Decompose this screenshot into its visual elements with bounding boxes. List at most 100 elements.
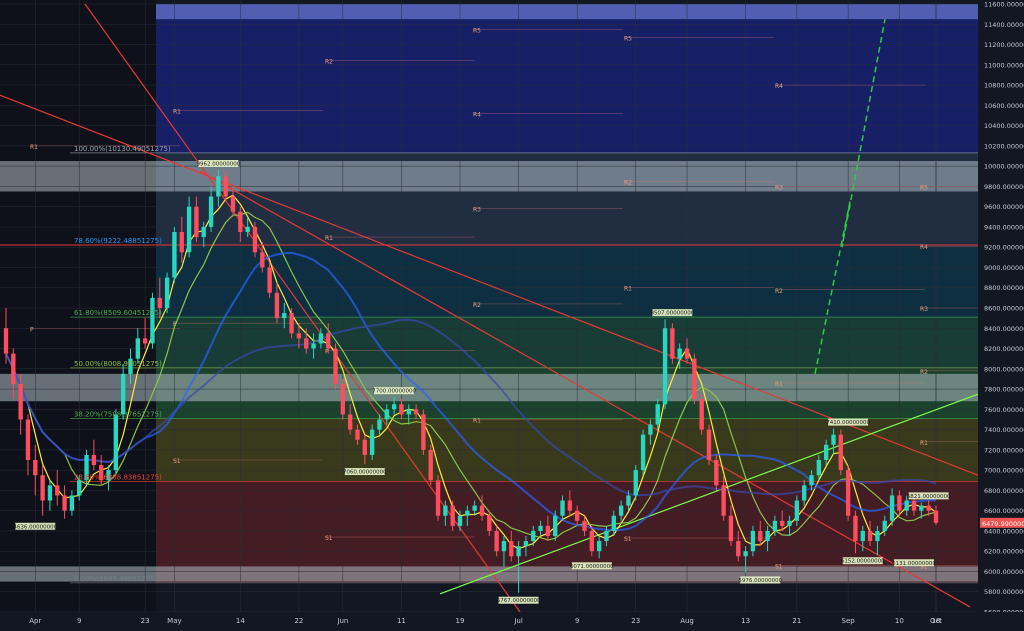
candle-body	[538, 525, 543, 531]
candle-body	[692, 358, 697, 400]
x-tick-label: Aug	[680, 617, 694, 625]
candle	[369, 424, 375, 460]
candle-body	[172, 232, 177, 278]
candle	[172, 226, 177, 283]
pivot-label: S1	[624, 536, 632, 543]
candle-body	[465, 510, 470, 516]
candle-body	[113, 414, 119, 471]
pivot-label: R1	[920, 440, 928, 447]
candle-body	[640, 434, 646, 471]
x-tick-label: 9	[77, 617, 81, 625]
candle	[699, 394, 704, 435]
candle-body	[596, 541, 602, 552]
fib-zone-3	[156, 317, 978, 368]
candle-body	[545, 525, 551, 536]
x-tick-label: Sep	[842, 617, 856, 625]
y-tick-label: 6800.00000000	[984, 487, 1024, 495]
peak-label-text: 4636.00000000	[13, 524, 57, 530]
candle-body	[326, 333, 331, 349]
candle-body	[179, 232, 184, 253]
candle-body	[582, 520, 587, 531]
candle-body	[809, 475, 814, 486]
candle-body	[11, 353, 16, 384]
candle	[113, 409, 119, 476]
x-axis-panel	[0, 612, 1024, 627]
peak-label-text: 7060.00000000	[343, 470, 387, 476]
pivot-label: R3	[920, 306, 928, 313]
candle-body	[662, 328, 668, 405]
x-tick-label: 21	[792, 617, 801, 625]
x-tick-label: 9	[575, 617, 579, 625]
candle-body	[384, 409, 389, 420]
candle-body	[311, 343, 316, 349]
pivot-label: S1	[325, 535, 333, 542]
candle-body	[567, 500, 573, 511]
pivot-label: R3	[775, 184, 783, 191]
candle-body	[362, 439, 367, 455]
candle-body	[296, 333, 302, 339]
candle-body	[728, 515, 734, 542]
peak-label-text: 6071.00000000	[570, 564, 614, 570]
pivot-label: R1	[473, 417, 481, 424]
candle-body	[62, 495, 67, 511]
y-tick-label: 7400.00000000	[984, 426, 1024, 434]
candle-body	[684, 348, 690, 359]
fib-label: 78.60%(9222.48851275)	[74, 237, 162, 245]
x-tick-label: 13	[741, 617, 750, 625]
peak-label: 9962.00000000	[196, 159, 241, 167]
candle-body	[479, 505, 485, 516]
fib-zone-2	[156, 244, 978, 318]
candle-body	[699, 399, 704, 430]
candle-body	[714, 460, 719, 486]
candle-body	[897, 495, 902, 511]
pivot-label: R1	[325, 235, 333, 242]
peak-label: 6152.00000000	[841, 557, 885, 565]
candle-body	[736, 541, 741, 557]
candle-body	[333, 348, 338, 384]
pivot-label: P	[325, 349, 329, 356]
candle-body	[230, 196, 236, 212]
y-tick-label: 8200.00000000	[984, 345, 1024, 353]
candle-body	[604, 530, 609, 542]
current-price-label: 6479.99000000	[982, 520, 1024, 528]
y-tick-label: 11000.00000000	[984, 61, 1024, 69]
peak-label-text: 9962.00000000	[196, 161, 240, 167]
peak-label-text: 6821.00000000	[907, 494, 951, 500]
candle-body	[25, 419, 31, 460]
peak-label-text: 5976.00000000	[738, 578, 782, 584]
peak-label: 6131.00000000	[892, 559, 936, 567]
candle-body	[487, 515, 492, 531]
candle-body	[743, 551, 748, 557]
candle-body	[201, 226, 206, 238]
pivot-label: R2	[473, 302, 481, 309]
candle-body	[421, 414, 426, 450]
x-tick-label: Oct	[930, 617, 942, 625]
y-tick-label: 7600.00000000	[984, 406, 1024, 414]
candle-body	[340, 384, 346, 415]
candle-body	[77, 480, 82, 496]
y-tick-label: 5800.00000000	[984, 588, 1024, 596]
candle-body	[831, 434, 836, 445]
pivot-label: R2	[325, 59, 333, 66]
candle-body	[69, 495, 75, 511]
candle-body	[260, 252, 265, 268]
candle-body	[18, 384, 23, 420]
candle-body	[435, 480, 441, 516]
candle-body	[252, 226, 258, 253]
fib-zone-0	[156, 4, 978, 153]
candle-body	[823, 444, 829, 460]
fib-label: 23.60%(6888.83851275)	[74, 473, 162, 481]
candlestick-chart: 100.00%(10130.49051275) 78.60%(9222.48851…	[0, 0, 1024, 627]
candle-body	[377, 419, 382, 430]
candle	[267, 262, 272, 298]
candle-body	[282, 313, 287, 319]
x-tick-label: 22	[294, 617, 303, 625]
candle-body	[589, 530, 595, 552]
peak-label: 6071.00000000	[570, 562, 614, 570]
peak-label: 7060.00000000	[343, 468, 387, 476]
candle-body	[304, 338, 309, 349]
candle-body	[758, 530, 763, 542]
candle-body	[816, 460, 822, 476]
peak-label: 5767.00000000	[497, 596, 541, 604]
y-tick-label: 7800.00000000	[984, 386, 1024, 394]
